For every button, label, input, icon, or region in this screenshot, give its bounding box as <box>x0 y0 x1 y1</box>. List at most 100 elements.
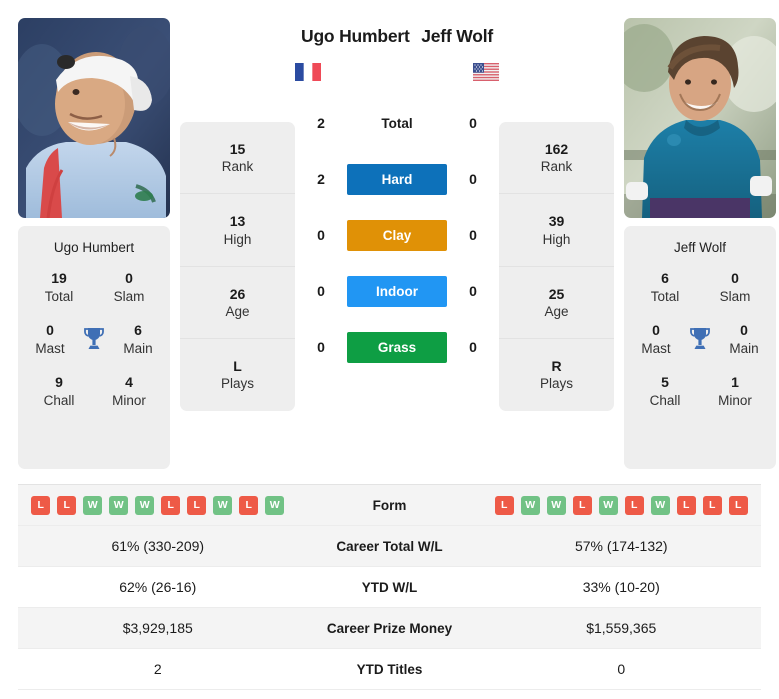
left-titles-row-1: 19 Total 0 Slam <box>24 261 164 313</box>
left-profile-plays: L Plays <box>180 339 295 410</box>
h2h-hard-badge[interactable]: Hard <box>347 163 447 195</box>
right-form-badge[interactable]: L <box>702 495 722 515</box>
left-form-badge[interactable]: L <box>31 495 51 515</box>
right-stat-slam: 0 Slam <box>700 261 770 313</box>
h2h-grass-badge[interactable]: Grass <box>347 331 447 363</box>
left-stat-main-label: Main <box>123 340 153 356</box>
left-stat-mast-value: 0 <box>46 322 54 339</box>
left-profile-rank-value: 15 <box>229 141 246 157</box>
table-row-career-prize-money: $3,929,185 Career Prize Money $1,559,365 <box>18 608 761 649</box>
h2h-grass-right-score: 0 <box>469 339 477 355</box>
right-form-badge[interactable]: W <box>546 495 566 515</box>
left-form-badge[interactable]: W <box>135 495 155 515</box>
player-names-row: Ugo Humbert Jeff Wolf <box>295 26 499 47</box>
right-stat-total-value: 6 <box>661 270 669 286</box>
h2h-clay-badge[interactable]: Clay <box>347 219 447 251</box>
h2h-indoor-left-score: 0 <box>317 283 325 299</box>
right-player-photo[interactable] <box>624 18 776 218</box>
right-stat-minor-value: 1 <box>731 374 739 391</box>
right-profile-rank-value: 162 <box>544 141 569 157</box>
left-form-badge[interactable]: W <box>109 495 129 515</box>
right-form-badge[interactable]: L <box>728 495 748 515</box>
left-stat-slam: 0 Slam <box>94 261 164 313</box>
right-profile-age-label: Age <box>544 304 569 319</box>
left-profile-age: 26 Age <box>180 267 295 340</box>
right-form-badge[interactable]: W <box>598 495 618 515</box>
h2h-row-indoor: 0 Indoor 0 <box>295 263 499 319</box>
row-label-ytd-wl: YTD W/L <box>361 579 418 595</box>
right-stat-total-label: Total <box>650 288 680 304</box>
h2h-indoor-badge[interactable]: Indoor <box>347 275 447 307</box>
h2h-total-left-score: 2 <box>317 115 325 131</box>
h2h-hard-right-score: 0 <box>469 171 477 187</box>
h2h-comparison-page: Ugo Humbert 19 Total 0 Slam 0 Mast 6 Mai… <box>0 0 779 699</box>
right-profile-column: 162 Rank 39 High 25 Age R Plays <box>499 122 614 411</box>
right-titles-row-2: 0 Mast 0 Main <box>630 313 770 365</box>
h2h-row-grass: 0 Grass 0 <box>295 319 499 375</box>
h2h-hard-left-score: 2 <box>317 171 325 187</box>
right-stat-mast-label: Mast <box>641 340 671 356</box>
right-ytd-titles: 0 <box>617 661 626 677</box>
left-profile-column: 15 Rank 13 High 26 Age L Plays <box>180 122 295 411</box>
left-form-badge[interactable]: W <box>213 495 233 515</box>
left-form-badge[interactable]: W <box>265 495 285 515</box>
right-stat-mast-value: 0 <box>652 322 660 339</box>
right-titles-row-1: 6 Total 0 Slam <box>630 261 770 313</box>
left-stat-total-value: 19 <box>51 270 67 286</box>
row-label-ytd-titles: YTD Titles <box>356 661 423 677</box>
left-form-badge[interactable]: L <box>239 495 259 515</box>
row-label-career-prize-money: Career Prize Money <box>326 620 453 636</box>
right-profile-high-label: High <box>542 231 571 247</box>
right-profile-card: 162 Rank 39 High 25 Age R Plays <box>499 122 614 411</box>
right-stat-slam-value: 0 <box>731 270 739 286</box>
left-career-prize-money: $3,929,185 <box>122 620 193 636</box>
right-stat-main-label: Main <box>729 340 759 356</box>
left-stat-main-value: 6 <box>134 322 142 339</box>
trophy-icon <box>76 326 112 352</box>
right-player-name[interactable]: Jeff Wolf <box>421 26 493 47</box>
h2h-indoor-right-score: 0 <box>469 283 477 299</box>
left-stat-chall-value: 9 <box>55 374 63 391</box>
left-stat-minor: 4 Minor <box>94 365 164 417</box>
left-form-badge[interactable]: L <box>161 495 181 515</box>
right-form-cell: LWWLWLWLLL <box>482 495 762 515</box>
right-profile-high-value: 39 <box>548 213 565 230</box>
left-profile-high-value: 13 <box>229 213 246 230</box>
left-panel-name: Ugo Humbert <box>53 240 135 255</box>
right-stat-main-value: 0 <box>740 322 748 339</box>
left-form-badge[interactable]: L <box>187 495 207 515</box>
right-player-column: Jeff Wolf 6 Total 0 Slam 0 Mast 0 Main 5… <box>624 18 776 469</box>
left-stat-chall-label: Chall <box>43 392 75 408</box>
right-form-badge[interactable]: L <box>494 495 514 515</box>
right-profile-rank: 162 Rank <box>499 122 614 195</box>
right-stat-mast: 0 Mast <box>630 313 682 365</box>
right-form-badge[interactable]: L <box>676 495 696 515</box>
right-form-badge[interactable]: L <box>572 495 592 515</box>
left-player-name[interactable]: Ugo Humbert <box>301 26 410 47</box>
h2h-grass-left-score: 0 <box>317 339 325 355</box>
right-form-badge[interactable]: W <box>520 495 540 515</box>
left-form-badge[interactable]: W <box>83 495 103 515</box>
left-titles-row-2: 0 Mast 6 Main <box>24 313 164 365</box>
left-form-cell: LLWWWLLWLW <box>18 495 298 515</box>
left-titles-card: Ugo Humbert 19 Total 0 Slam 0 Mast 6 Mai… <box>18 226 170 469</box>
usa-flag-icon <box>473 63 499 81</box>
right-profile-high: 39 High <box>499 194 614 267</box>
right-form-badge[interactable]: L <box>624 495 644 515</box>
right-stat-chall: 5 Chall <box>630 365 700 417</box>
h2h-clay-left-score: 0 <box>317 227 325 243</box>
right-form-badge[interactable]: W <box>650 495 670 515</box>
right-stat-total: 6 Total <box>630 261 700 313</box>
h2h-row-clay: 0 Clay 0 <box>295 207 499 263</box>
left-form-badge[interactable]: L <box>57 495 77 515</box>
right-ytd-wl: 33% (10-20) <box>582 579 660 595</box>
right-profile-plays-label: Plays <box>539 376 573 392</box>
right-profile-plays-value: R <box>551 358 562 375</box>
right-stat-minor-label: Minor <box>718 392 752 408</box>
left-player-photo[interactable] <box>18 18 170 218</box>
h2h-clay-right-score: 0 <box>469 227 477 243</box>
right-panel-name: Jeff Wolf <box>673 240 727 255</box>
table-row-form: LLWWWLLWLW Form LWWLWLWLLL <box>18 485 761 526</box>
left-stat-slam-value: 0 <box>125 270 133 286</box>
left-ytd-titles: 2 <box>153 661 162 677</box>
